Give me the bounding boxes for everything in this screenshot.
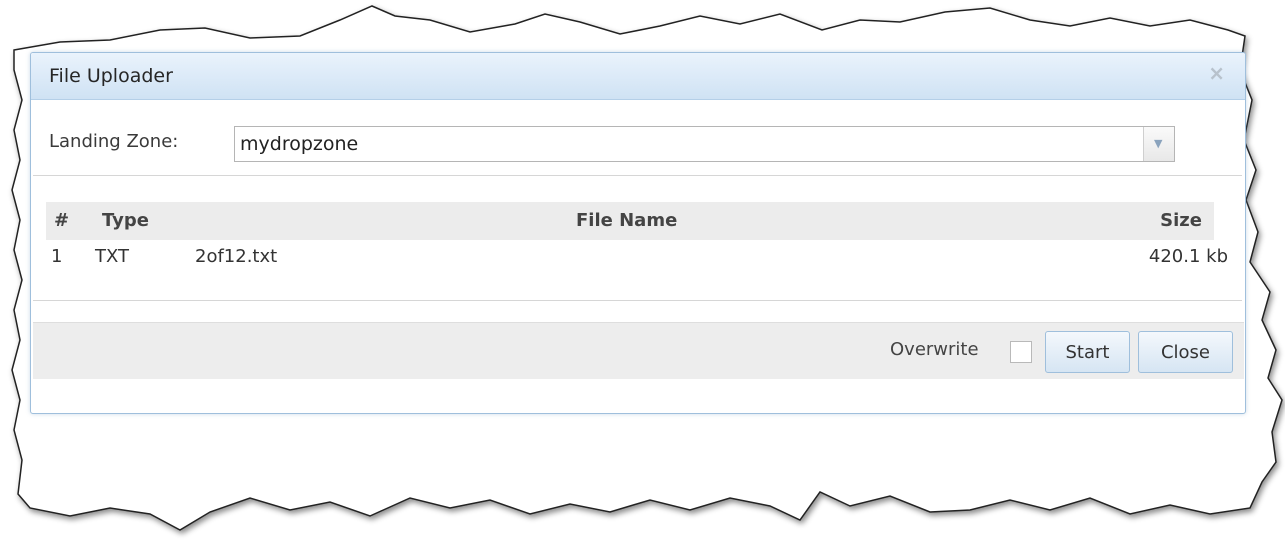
overwrite-checkbox[interactable] [1010,341,1032,363]
dropdown-toggle[interactable]: ▼ [1143,127,1174,161]
landing-zone-label: Landing Zone: [49,131,179,152]
overwrite-label: Overwrite [890,339,979,360]
start-button[interactable]: Start [1045,331,1130,373]
dialog-title: File Uploader [49,65,173,87]
cell-size: 420.1 kb [1148,246,1228,267]
screenshot-stage: File Uploader × Landing Zone: mydropzone… [0,0,1285,553]
header-file-name: File Name [576,210,678,231]
file-uploader-dialog: File Uploader × Landing Zone: mydropzone… [30,52,1246,414]
cell-file-name: 2of12.txt [195,246,278,267]
landing-zone-value: mydropzone [240,133,359,155]
close-icon[interactable]: × [1208,61,1225,85]
cell-type: TXT [95,246,130,267]
landing-zone-select[interactable]: mydropzone ▼ [234,126,1175,162]
dialog-titlebar[interactable]: File Uploader × [31,53,1245,100]
file-table: # Type File Name Size 1 TXT 2of12.txt 42… [33,175,1242,301]
header-type: Type [102,210,149,231]
table-header: # Type File Name Size [46,202,1214,240]
chevron-down-icon: ▼ [1154,137,1163,150]
dialog-footer: Overwrite Start Close [33,322,1244,379]
header-index: # [54,210,70,231]
cell-index: 1 [51,246,63,267]
header-size: Size [1160,210,1202,231]
landing-zone-row: Landing Zone: mydropzone ▼ [31,99,1245,169]
close-button[interactable]: Close [1138,331,1233,373]
